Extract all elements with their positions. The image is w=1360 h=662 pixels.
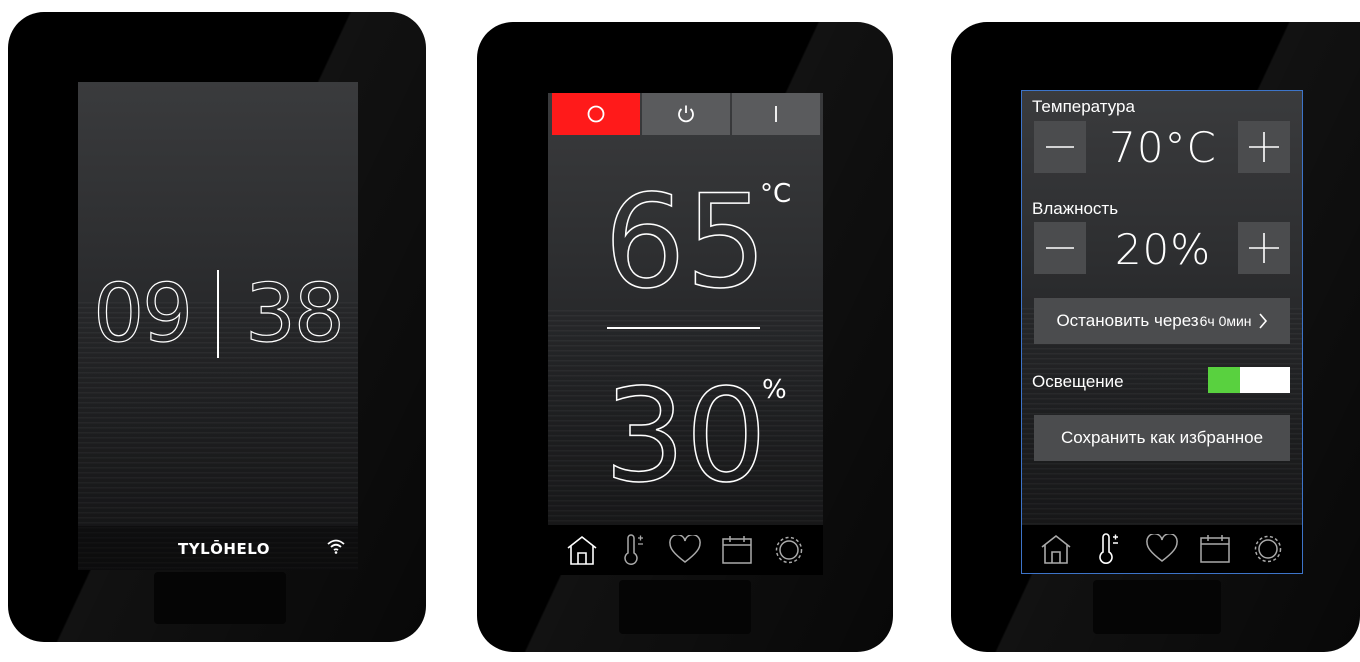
- toggle-on-indicator: [1208, 367, 1240, 393]
- mode-selector: [552, 93, 820, 135]
- stop-timer-value: 6ч 0мин: [1199, 313, 1252, 329]
- temperature-label: Температура: [1032, 97, 1135, 116]
- front-sensor: [154, 572, 286, 624]
- humidity-setpoint: 20%: [1114, 225, 1212, 274]
- clock-screen[interactable]: 09 38 TYLŌHELO: [78, 82, 358, 570]
- thermometer-icon[interactable]: [617, 533, 651, 567]
- calendar-icon[interactable]: [720, 533, 754, 567]
- home-icon[interactable]: [565, 533, 599, 567]
- heart-icon[interactable]: [1145, 532, 1179, 566]
- clock-hours: 09: [93, 267, 194, 360]
- plus-icon: [1249, 132, 1279, 162]
- save-favorite-button[interactable]: Сохранить как избранное: [1034, 415, 1290, 461]
- clock-display: 09 38: [78, 264, 358, 364]
- home-screen: 65 °C 30 %: [548, 93, 823, 575]
- thermometer-icon[interactable]: [1092, 532, 1126, 566]
- lighting-toggle[interactable]: [1208, 367, 1290, 393]
- mode-off-button[interactable]: [552, 93, 640, 135]
- front-sensor: [1093, 580, 1221, 634]
- logo-text: TYLŌHELO: [178, 540, 270, 558]
- chevron-right-icon: [1258, 313, 1267, 329]
- on-bar-icon: [775, 106, 777, 122]
- humidity-label: Влажность: [1032, 199, 1119, 218]
- heart-icon[interactable]: [668, 533, 702, 567]
- temperature-setpoint: 70°C: [1109, 123, 1217, 172]
- minus-icon: [1046, 247, 1074, 249]
- clock-separator: [217, 270, 219, 358]
- mode-standby-button[interactable]: [642, 93, 730, 135]
- device-settings-screen: Температура 70°C Влажность 20% Остановит…: [951, 22, 1360, 652]
- temperature-unit: °C: [760, 179, 792, 209]
- settings-icon[interactable]: [1251, 532, 1285, 566]
- sauna-settings-screen: Температура 70°C Влажность 20% Остановит…: [1021, 90, 1303, 574]
- home-icon[interactable]: [1039, 532, 1073, 566]
- mode-on-button[interactable]: [732, 93, 820, 135]
- power-icon: [678, 105, 694, 123]
- temperature-increase-button[interactable]: [1238, 121, 1290, 173]
- temperature-decrease-button[interactable]: [1034, 121, 1086, 173]
- lighting-label: Освещение: [1032, 372, 1124, 391]
- humidity-decrease-button[interactable]: [1034, 222, 1086, 274]
- bottom-nav: [548, 525, 823, 575]
- humidity-unit: %: [762, 375, 787, 405]
- settings-icon[interactable]: [772, 533, 806, 567]
- status-bar: TYLŌHELO: [78, 526, 358, 570]
- bottom-nav: [1022, 525, 1302, 573]
- wifi-icon: [327, 539, 345, 554]
- tylohelo-logo: TYLŌHELO: [178, 540, 270, 558]
- device-idle-clock: 09 38 TYLŌHELO: [8, 12, 426, 642]
- device-home-screen: 65 °C 30 %: [477, 22, 893, 652]
- calendar-icon[interactable]: [1198, 532, 1232, 566]
- value-divider: [607, 327, 760, 329]
- clock-minutes: 38: [244, 267, 345, 360]
- off-circle-icon: [587, 105, 605, 123]
- stop-timer-label: Остановить через: [1056, 311, 1199, 330]
- minus-icon: [1046, 146, 1074, 148]
- stop-timer-button[interactable]: Остановить через 6ч 0мин: [1034, 298, 1290, 344]
- front-sensor: [619, 580, 751, 634]
- plus-icon: [1249, 233, 1279, 263]
- humidity-increase-button[interactable]: [1238, 222, 1290, 274]
